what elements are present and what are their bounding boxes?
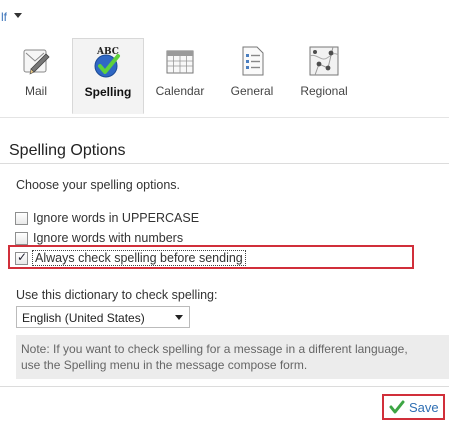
calendar-icon bbox=[166, 50, 194, 74]
intro-text: Choose your spelling options. bbox=[16, 178, 180, 192]
dictionary-selected-value: English (United States) bbox=[22, 311, 145, 325]
checkmark-icon bbox=[389, 400, 405, 414]
spelling-check-icon: ABC bbox=[94, 47, 120, 78]
user-name-link[interactable]: lf bbox=[1, 10, 7, 24]
note-line-2: use the Spelling menu in the message com… bbox=[21, 358, 308, 372]
nav-item-general-label: General bbox=[230, 84, 274, 98]
save-button[interactable]: Save bbox=[382, 394, 445, 420]
nav-item-mail-label: Mail bbox=[24, 84, 47, 98]
ignore-uppercase-label: Ignore words in UPPERCASE bbox=[33, 211, 200, 225]
nav-item-spelling-label: Spelling bbox=[84, 85, 132, 99]
footer-divider bbox=[0, 386, 449, 387]
options-nav: Mail ABC Spelling Calendar General Regio… bbox=[0, 34, 449, 118]
ignore-numbers-label: Ignore words with numbers bbox=[33, 231, 184, 245]
regional-map-icon bbox=[309, 46, 339, 76]
nav-item-mail[interactable]: Mail bbox=[0, 38, 72, 114]
nav-item-regional[interactable]: Regional bbox=[288, 38, 360, 114]
ignore-uppercase-checkbox[interactable] bbox=[15, 211, 28, 225]
section-divider bbox=[0, 163, 449, 164]
annotation-highlight-box bbox=[8, 245, 414, 269]
section-title: Spelling Options bbox=[9, 142, 126, 159]
nav-item-spelling[interactable]: ABC Spelling bbox=[72, 38, 144, 114]
user-menu-caret-icon[interactable] bbox=[14, 13, 22, 18]
nav-item-calendar[interactable]: Calendar bbox=[144, 38, 216, 114]
note-line-1: Note: If you want to check spelling for … bbox=[21, 342, 408, 356]
dropdown-caret-icon bbox=[175, 315, 183, 320]
nav-item-regional-label: Regional bbox=[300, 84, 348, 98]
ignore-numbers-checkbox[interactable] bbox=[15, 231, 28, 245]
top-bar: lf bbox=[0, 0, 449, 34]
nav-item-calendar-label: Calendar bbox=[155, 84, 205, 98]
general-list-icon bbox=[242, 46, 264, 76]
dictionary-select[interactable]: English (United States) bbox=[16, 306, 190, 328]
nav-item-general[interactable]: General bbox=[216, 38, 288, 114]
option-ignore-uppercase[interactable]: Ignore words in UPPERCASE bbox=[15, 209, 199, 227]
dictionary-label: Use this dictionary to check spelling: bbox=[16, 288, 218, 302]
spelling-note: Note: If you want to check spelling for … bbox=[16, 335, 449, 379]
mail-icon bbox=[23, 49, 50, 75]
save-button-label: Save bbox=[409, 399, 439, 415]
